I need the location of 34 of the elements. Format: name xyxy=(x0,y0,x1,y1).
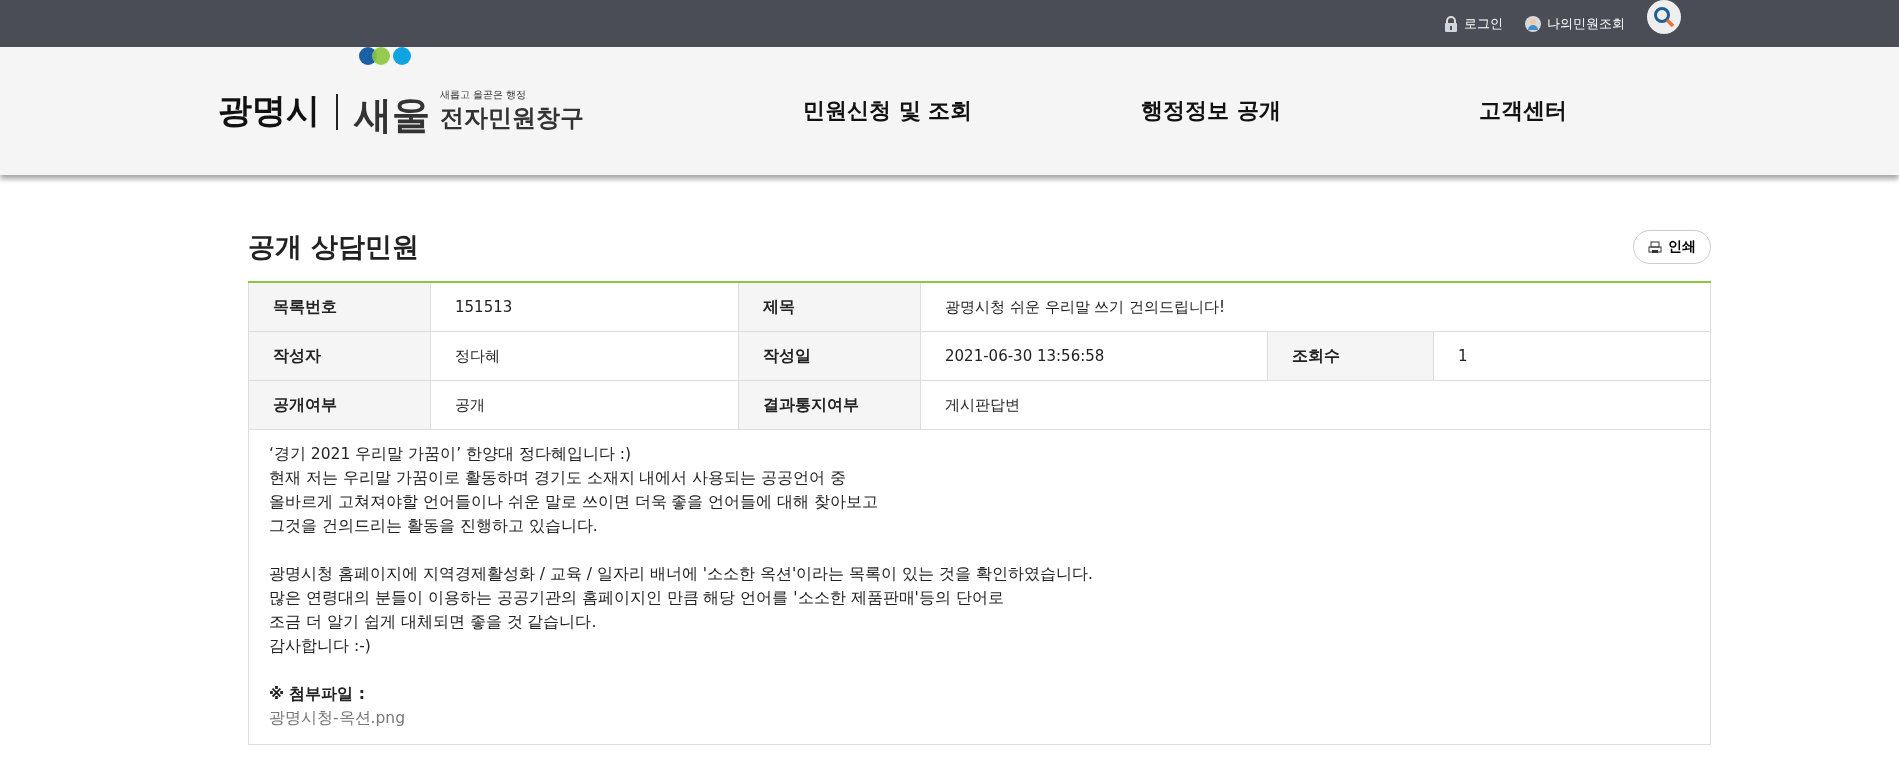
field-value: 게시판답변 xyxy=(920,380,1711,430)
service-name: 전자민원창구 xyxy=(440,103,584,134)
login-link[interactable]: 로그인 xyxy=(1444,14,1503,33)
city-name: 광명시 xyxy=(218,89,320,132)
attachment-link[interactable]: 광명시청-옥션.png xyxy=(269,709,406,727)
field-value: 151513 xyxy=(430,282,739,332)
field-value: 1 xyxy=(1433,331,1711,381)
field-value: 정다혜 xyxy=(430,331,739,381)
user-icon xyxy=(1525,15,1541,32)
page-title: 공개 상담민원 xyxy=(248,230,420,264)
tagline: 새롭고 올곧은 행정 xyxy=(440,88,528,102)
brand-name: 새울 xyxy=(354,96,430,134)
search-button[interactable] xyxy=(1647,0,1681,34)
field-label: 공개여부 xyxy=(248,380,431,430)
field-label: 조회수 xyxy=(1267,331,1434,381)
my-complaints-link[interactable]: 나의민원조회 xyxy=(1525,14,1625,33)
field-label: 목록번호 xyxy=(248,282,431,332)
nav-item[interactable]: 행정정보 공개 xyxy=(1141,96,1479,126)
field-value: 공개 xyxy=(430,380,739,430)
field-value: 광명시청 쉬운 우리말 쓰기 건의드립니다! xyxy=(920,282,1711,332)
field-label: 작성일 xyxy=(738,331,921,381)
field-value: 2021-06-30 13:56:58 xyxy=(920,331,1268,381)
search-icon xyxy=(1652,4,1676,29)
nav-item[interactable]: 고객센터 xyxy=(1479,96,1817,126)
field-label: 제목 xyxy=(738,282,921,332)
body-paragraph: 광명시청 홈페이지에 지역경제활성화 / 교육 / 일자리 배너에 '소소한 옥션'이라는 목록이 있는 것을 확인하였습니다. 많은 연령대의 분들이 이용하는 공공기관의 홈페이지인 만큼 해당 언어를 '소소한 제품판매'등의 단어로 조금 더 알기 쉽게 대체되면 좋을 것 같습니다. 감사합니다 :-) xyxy=(269,564,1094,657)
field-label: 작성자 xyxy=(248,331,431,381)
field-label: 결과통지여부 xyxy=(738,380,921,430)
body-paragraph: ‘경기 2021 우리말 가꿈이’ 한양대 정다혜입니다 :) 현재 저는 우리말 가꿈이로 활동하며 경기도 소재지 내에서 사용되는 공공언어 중 올바르게 고쳐져야할 언어들이나 쉬운 말로 쓰이면 더욱 좋을 언어들에 대해 찾아보고 그것을 건의드리는 활동을 진행하고 있습니다. xyxy=(269,444,880,537)
attachment-label: ※ 첨부파일 : xyxy=(269,684,367,705)
print-button[interactable]: 인쇄 xyxy=(1633,230,1711,264)
printer-icon xyxy=(1648,240,1662,254)
lock-icon xyxy=(1444,15,1458,32)
nav-item[interactable]: 민원신청 및 조회 xyxy=(803,96,1141,126)
